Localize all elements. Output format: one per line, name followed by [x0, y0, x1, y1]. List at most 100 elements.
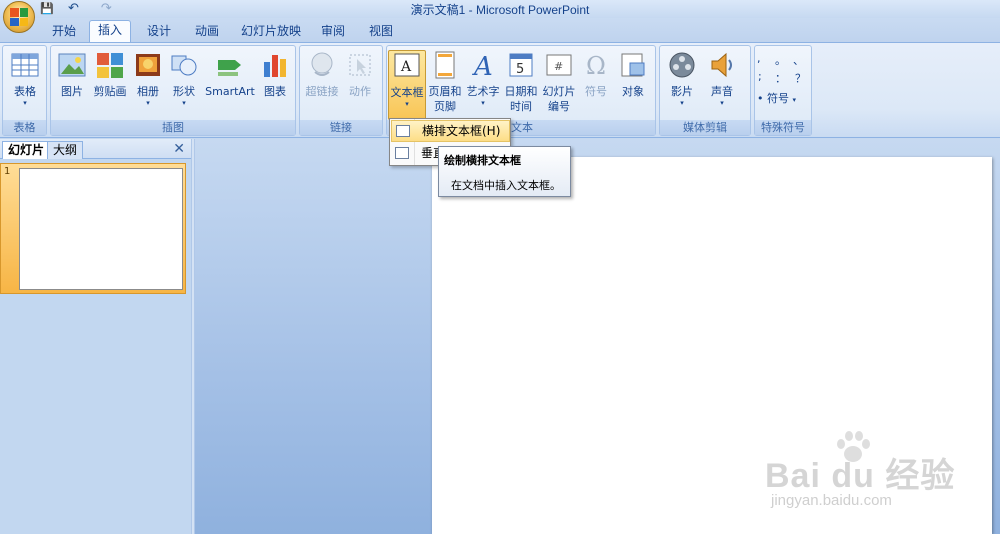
- object-button[interactable]: 对象: [615, 50, 651, 99]
- smartart-button[interactable]: SmartArt: [203, 50, 257, 99]
- header-footer-button[interactable]: 页眉和 页脚: [427, 50, 463, 114]
- clipart-icon: [95, 50, 125, 80]
- group-label-table: 表格: [3, 120, 46, 135]
- movie-label: 影片: [671, 85, 693, 98]
- shapes-button[interactable]: 形状 ▾: [169, 50, 199, 107]
- special-char-colon[interactable]: ：: [775, 70, 786, 86]
- tab-insert[interactable]: 插入: [89, 20, 131, 42]
- group-links: 超链接 动作 链接: [299, 45, 383, 136]
- menu-item-horizontal-textbox[interactable]: 横排文本框(H): [391, 120, 510, 142]
- group-label-special: 特殊符号: [755, 120, 811, 135]
- smartart-label: SmartArt: [205, 85, 255, 98]
- vertical-textbox-icon: [395, 147, 409, 159]
- group-special: , 。 、 ; ： ？ • 符号 ▾ 特殊符号: [754, 45, 812, 136]
- clipart-button[interactable]: 剪贴画: [91, 50, 129, 99]
- film-reel-icon: [667, 50, 697, 80]
- special-char-comma[interactable]: ,: [757, 52, 761, 65]
- tab-slideshow[interactable]: 幻灯片放映: [240, 22, 302, 42]
- special-symbol-label: 符号: [767, 92, 789, 105]
- sound-button[interactable]: 声音 ▾: [704, 50, 740, 107]
- special-char-period[interactable]: 。: [775, 52, 786, 68]
- special-char-semicolon[interactable]: ;: [758, 70, 762, 83]
- close-icon[interactable]: ✕: [173, 141, 185, 157]
- picture-label: 图片: [61, 85, 83, 98]
- header-footer-icon: [430, 50, 460, 80]
- tab-view[interactable]: 视图: [364, 22, 398, 42]
- movie-button[interactable]: 影片 ▾: [664, 50, 700, 107]
- hyperlink-label: 超链接: [305, 85, 339, 98]
- table-button[interactable]: 表格 ▾: [7, 50, 43, 107]
- tab-design[interactable]: 设计: [142, 22, 176, 42]
- speaker-icon: [707, 50, 737, 80]
- chart-label: 图表: [264, 85, 286, 98]
- wordart-button[interactable]: A 艺术字 ▾: [465, 50, 501, 107]
- tab-outline[interactable]: 大纲: [47, 141, 84, 159]
- special-char-enum-comma[interactable]: 、: [793, 52, 804, 68]
- group-label-text-value: 文本: [511, 121, 533, 134]
- tab-home[interactable]: 开始: [47, 22, 81, 42]
- title-bar: 💾 ↶ ↷ 演示文稿1 - Microsoft PowerPoint: [0, 0, 1000, 18]
- hyperlink-button[interactable]: 超链接: [303, 50, 341, 99]
- smartart-icon: [215, 50, 245, 80]
- special-char-question[interactable]: ？: [795, 70, 806, 86]
- textbox-button[interactable]: A 文本框 ▾: [388, 50, 426, 120]
- datetime-label-1: 日期和: [504, 85, 538, 98]
- horizontal-textbox-icon: [396, 125, 410, 137]
- omega-icon: Ω: [581, 50, 611, 80]
- group-table: 表格 ▾ 表格: [2, 45, 47, 136]
- slide-number: 1: [4, 166, 11, 177]
- photo-album-icon: [133, 50, 163, 80]
- action-button[interactable]: 动作: [344, 50, 376, 99]
- datetime-button[interactable]: 5 日期和 时间: [503, 50, 539, 114]
- slide-thumbnail-selected[interactable]: 1: [0, 163, 186, 294]
- slide-number-label-2: 编号: [548, 100, 570, 113]
- slide-thumbnail[interactable]: [19, 168, 183, 290]
- chevron-down-icon: ▾: [792, 96, 797, 104]
- chart-button[interactable]: 图表: [259, 50, 291, 99]
- tab-slides[interactable]: 幻灯片: [2, 141, 51, 159]
- datetime-label-2: 时间: [510, 100, 532, 113]
- calendar-icon: 5: [506, 50, 536, 80]
- slide-number-icon: #: [544, 50, 574, 80]
- slide-number-label-1: 幻灯片: [542, 85, 576, 98]
- symbol-button[interactable]: Ω 符号: [579, 50, 613, 99]
- shapes-icon: [169, 50, 199, 80]
- tab-review[interactable]: 审阅: [316, 22, 350, 42]
- textbox-label: 文本框: [390, 86, 424, 99]
- group-label-media: 媒体剪辑: [660, 120, 750, 135]
- group-illustrations: 图片 剪贴画 相册 ▾ 形状 ▾ SmartArt 图表 插图: [50, 45, 296, 136]
- header-footer-label-2: 页脚: [434, 100, 456, 113]
- album-button[interactable]: 相册 ▾: [133, 50, 163, 107]
- group-media: 影片 ▾ 声音 ▾ 媒体剪辑: [659, 45, 751, 136]
- ribbon-tabs: 开始 插入 设计 动画 幻灯片放映 审阅 视图: [0, 18, 1000, 42]
- svg-text:5: 5: [516, 62, 524, 77]
- menu-item-label: 横排文本框(H): [422, 124, 501, 138]
- action-label: 动作: [349, 85, 371, 98]
- panel-tabs: 幻灯片 大纲 ✕: [0, 139, 191, 159]
- textbox-icon: A: [392, 51, 422, 81]
- office-logo-icon: [10, 8, 28, 26]
- tab-animation[interactable]: 动画: [190, 22, 224, 42]
- chevron-down-icon: ▾: [182, 99, 186, 107]
- wordart-icon: A: [468, 50, 498, 82]
- group-label-illustrations: 插图: [51, 120, 295, 135]
- chevron-down-icon: ▾: [720, 99, 724, 107]
- header-footer-label-1: 页眉和: [428, 85, 462, 98]
- office-button[interactable]: [3, 1, 35, 33]
- globe-link-icon: [307, 50, 337, 80]
- clipart-label: 剪贴画: [93, 85, 127, 98]
- wordart-label: 艺术字: [466, 85, 500, 98]
- svg-text:A: A: [400, 59, 412, 75]
- svg-text:Ω: Ω: [586, 52, 606, 80]
- special-symbol-button[interactable]: • 符号 ▾: [757, 90, 796, 106]
- window-title: 演示文稿1 - Microsoft PowerPoint: [410, 3, 590, 17]
- table-icon: [10, 50, 40, 80]
- picture-button[interactable]: 图片: [55, 50, 89, 99]
- picture-icon: [57, 50, 87, 80]
- table-label: 表格: [14, 85, 36, 98]
- symbol-label: 符号: [585, 85, 607, 98]
- action-icon: [345, 50, 375, 80]
- bar-chart-icon: [260, 50, 290, 80]
- slides-panel: 幻灯片 大纲 ✕ 1: [0, 139, 191, 534]
- slide-number-button[interactable]: # 幻灯片 编号: [541, 50, 577, 114]
